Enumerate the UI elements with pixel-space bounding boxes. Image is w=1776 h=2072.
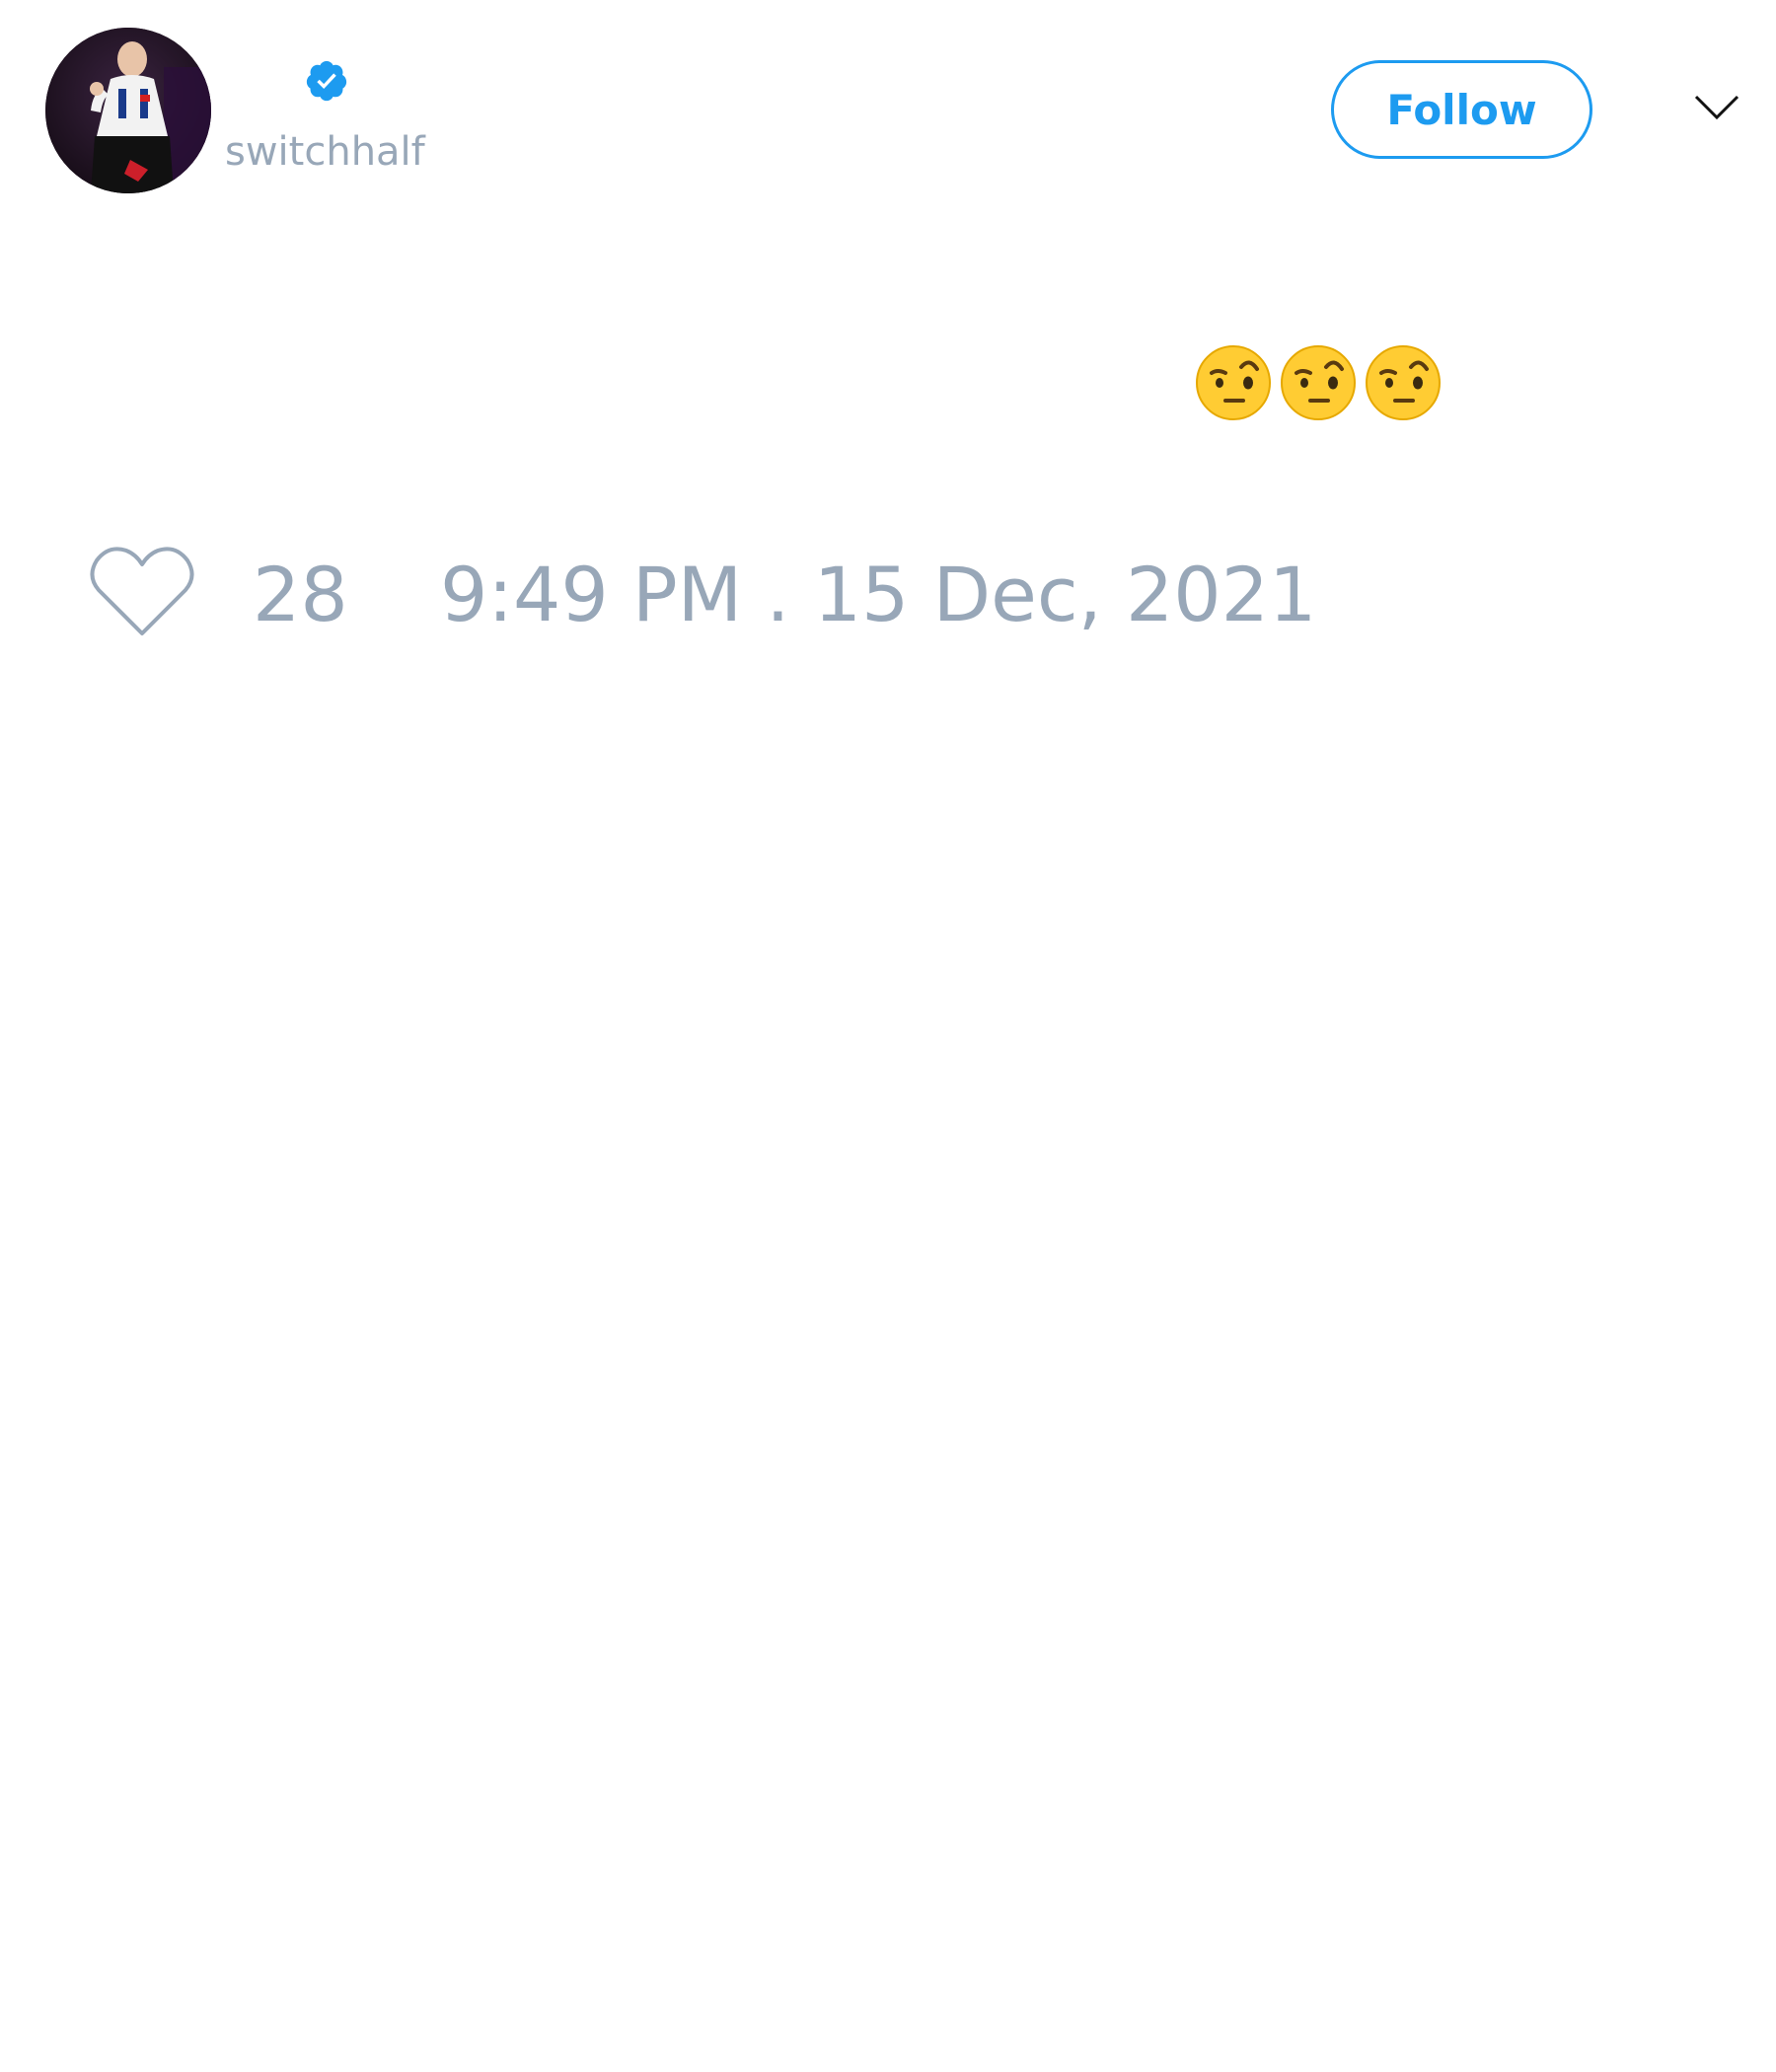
user-handle[interactable]: switchhalf <box>225 126 425 178</box>
verified-badge-icon <box>306 60 347 102</box>
face-with-raised-eyebrow-icon <box>1366 345 1441 420</box>
like-count: 28 <box>253 551 348 638</box>
follow-button[interactable]: Follow <box>1331 60 1592 159</box>
chevron-down-icon[interactable] <box>1693 93 1740 122</box>
heart-outline-icon[interactable] <box>89 543 195 637</box>
face-with-raised-eyebrow-icon <box>1196 345 1271 420</box>
face-with-raised-eyebrow-icon <box>1281 345 1356 420</box>
tweet-card: switchhalf Follow 28 9:49 PM . 15 Dec, 2… <box>0 0 1776 2072</box>
tweet-text <box>1194 343 1443 422</box>
avatar[interactable] <box>45 28 211 193</box>
avatar-image <box>45 28 211 193</box>
tweet-timestamp[interactable]: 9:49 PM . 15 Dec, 2021 <box>440 551 1316 639</box>
